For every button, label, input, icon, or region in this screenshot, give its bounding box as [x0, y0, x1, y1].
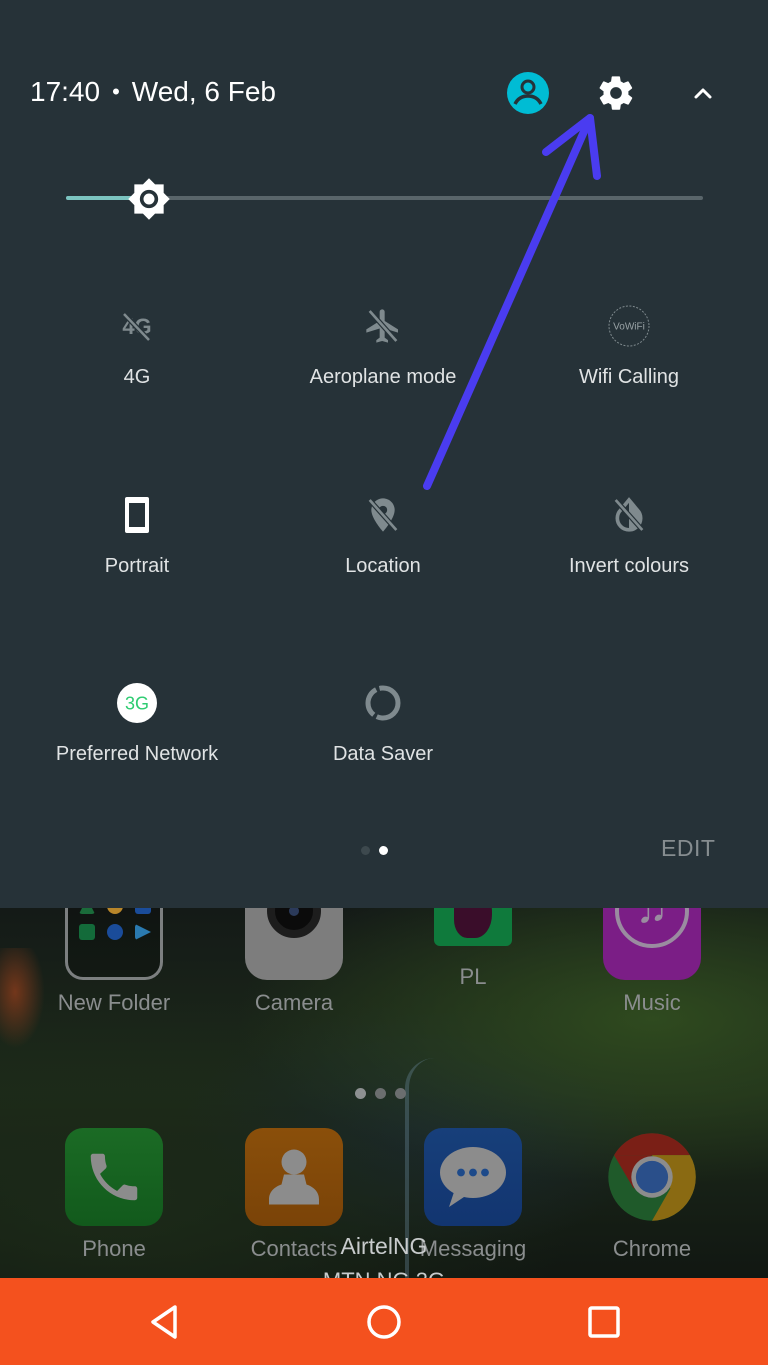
contacts-icon	[245, 1128, 343, 1226]
app-new-folder[interactable]: New Folder	[54, 908, 174, 1016]
qs-tile-aeroplane[interactable]: Aeroplane mode	[260, 304, 506, 389]
app-label: PL	[459, 964, 487, 989]
qs-tile-4g[interactable]: 4G 4G	[14, 304, 260, 389]
music-icon: ♫	[603, 908, 701, 980]
app-pl[interactable]: PL	[413, 908, 533, 990]
back-icon[interactable]	[140, 1298, 188, 1346]
phone-icon	[65, 1128, 163, 1226]
carrier-label-primary: AirtelNG	[340, 1233, 428, 1259]
home-page-indicator	[355, 1088, 406, 1099]
wallpaper-leaves	[0, 948, 50, 1058]
qs-label: Data Saver	[332, 743, 434, 765]
recents-icon[interactable]	[580, 1298, 628, 1346]
messaging-icon	[424, 1128, 522, 1226]
folder-icon	[65, 908, 163, 980]
qs-label: Preferred Network	[55, 743, 219, 765]
chrome-icon	[603, 1128, 701, 1226]
home-icon[interactable]	[360, 1298, 408, 1346]
svg-text:VoWiFi: VoWiFi	[613, 322, 645, 333]
date[interactable]: Wed, 6 Feb	[132, 76, 276, 108]
clock: 17:40	[30, 76, 101, 107]
qs-label: Portrait	[104, 555, 170, 577]
qs-tile-invert-colours[interactable]: Invert colours	[506, 493, 752, 578]
svg-text:3G: 3G	[125, 694, 149, 714]
app-label: Music	[623, 990, 681, 1015]
gear-icon[interactable]	[594, 71, 638, 115]
mobile-data-4g-off-icon: 4G	[115, 304, 159, 348]
brightness-icon[interactable]	[127, 177, 171, 221]
qs-tile-location[interactable]: Location	[260, 493, 506, 578]
edit-button[interactable]: EDIT	[661, 835, 715, 862]
premier-league-icon	[434, 908, 512, 946]
status-datetime: 17:40 • Wed, 6 Feb	[30, 76, 276, 108]
home-screen: New Folder Camera PL ♫ Music Phone	[0, 908, 768, 1278]
data-saver-icon	[361, 681, 405, 725]
carrier-label-secondary: MTN NG 3G	[0, 1266, 768, 1278]
vowifi-icon: VoWiFi	[607, 304, 651, 348]
airplane-off-icon	[361, 304, 405, 348]
app-music[interactable]: ♫ Music	[592, 908, 712, 1016]
qs-tile-portrait[interactable]: Portrait	[14, 493, 260, 578]
navigation-bar	[0, 1278, 768, 1365]
app-camera[interactable]: Camera	[234, 908, 354, 1016]
qs-tile-preferred-network[interactable]: 3G Preferred Network	[14, 681, 260, 766]
app-label: Camera	[254, 990, 334, 1015]
account-circle-icon[interactable]	[506, 71, 550, 115]
qs-label: Location	[345, 555, 421, 577]
network-3g-icon: 3G	[115, 681, 159, 725]
page-dot-active[interactable]	[379, 846, 388, 855]
app-label: New Folder	[57, 990, 171, 1015]
chevron-up-icon[interactable]	[681, 71, 725, 115]
qs-page-indicator	[361, 846, 388, 855]
qs-label: Aeroplane mode	[309, 366, 457, 388]
location-off-icon	[361, 493, 405, 537]
phone-portrait-icon	[115, 493, 159, 537]
qs-label: Invert colours	[568, 555, 690, 577]
qs-label: 4G	[123, 366, 151, 388]
page-dot[interactable]	[361, 846, 370, 855]
quick-settings-panel: 17:40 • Wed, 6 Feb 4G 4G Aeroplane mode …	[0, 0, 768, 908]
qs-label: Wifi Calling	[578, 366, 680, 388]
qs-tile-data-saver[interactable]: Data Saver	[260, 681, 506, 766]
separator: •	[112, 79, 120, 104]
camera-icon	[245, 908, 343, 980]
invert-colors-off-icon	[607, 493, 651, 537]
qs-tile-wifi-calling[interactable]: VoWiFi Wifi Calling	[506, 304, 752, 389]
